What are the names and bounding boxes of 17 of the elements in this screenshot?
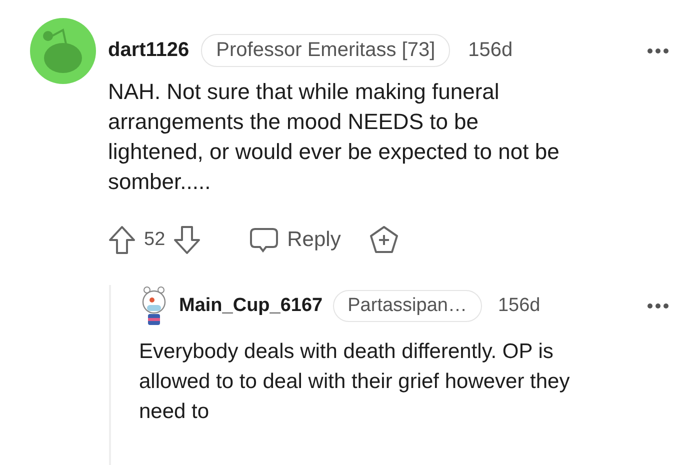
username[interactable]: dart1126 xyxy=(108,39,190,62)
comment-text: Everybody deals with death differently. OP is allowed to to deal with their grief however they need to xyxy=(139,339,571,425)
award-icon[interactable] xyxy=(368,225,399,255)
downvote-icon[interactable] xyxy=(173,225,202,255)
comment-icon xyxy=(249,226,280,254)
comment-age: 156d xyxy=(498,295,540,317)
avatar-icon xyxy=(30,18,96,84)
username[interactable]: Main_Cup_6167 xyxy=(179,295,323,317)
user-flair: Partassipan… xyxy=(332,290,482,322)
upvote-icon[interactable] xyxy=(108,225,136,255)
comment-age: 156d xyxy=(468,39,513,62)
more-options-icon[interactable] xyxy=(646,302,670,310)
vote-score: 52 xyxy=(144,229,166,251)
comment-text: NAH. Not sure that while making funeral arrangements the mood NEEDS to be lightened, or would ever be expected to not be somber..... xyxy=(108,78,560,196)
more-options-icon[interactable] xyxy=(646,46,670,54)
user-flair: Professor Emeritass [73] xyxy=(201,34,450,67)
reply-button[interactable]: Reply xyxy=(249,226,341,254)
